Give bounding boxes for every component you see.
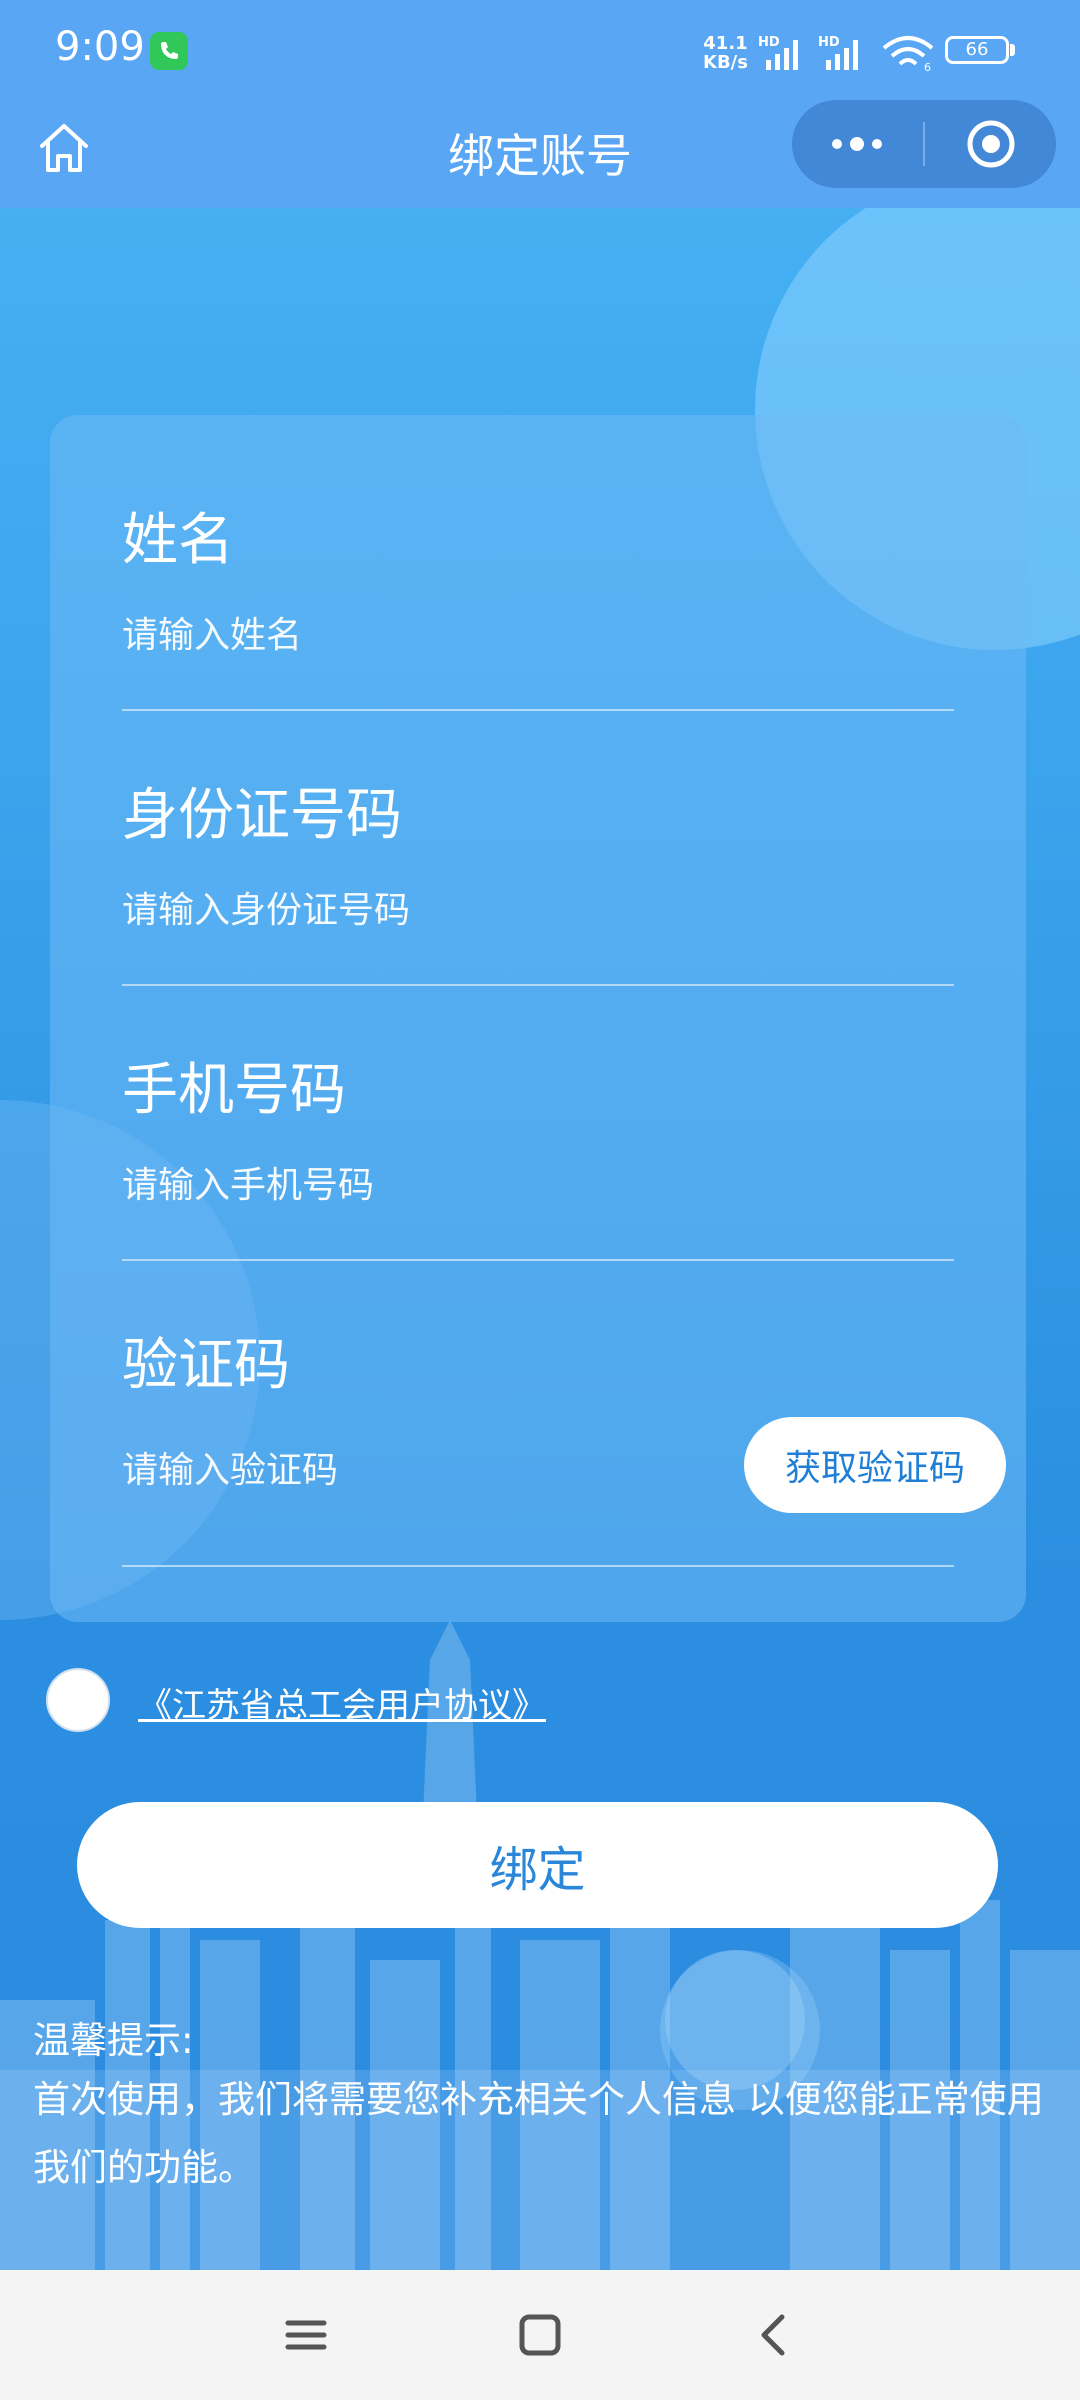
id-number-label: 身份证号码 xyxy=(122,783,402,848)
target-circle-icon xyxy=(967,120,1015,168)
phone-label: 手机号码 xyxy=(122,1058,346,1123)
network-speed-unit: KB/s xyxy=(703,52,748,73)
tip-text: 首次使用，我们将需要您补充相关个人信息 以便您能正常使用我们的功能。 xyxy=(33,2078,1044,2189)
back-icon[interactable] xyxy=(744,2305,804,2365)
signal-icon: HD xyxy=(818,35,858,70)
verification-code-divider xyxy=(122,1565,954,1567)
agreement-checkbox[interactable] xyxy=(46,1668,110,1732)
id-number-divider xyxy=(122,984,954,986)
network-speed: 41.1 KB/s xyxy=(703,34,748,72)
system-navigation-bar xyxy=(0,2270,1080,2400)
sim2-hd-label: HD xyxy=(818,35,840,50)
id-number-input[interactable] xyxy=(122,880,682,940)
mini-program-capsule xyxy=(792,100,1056,188)
verification-code-label: 验证码 xyxy=(122,1333,290,1398)
status-time: 9:09 xyxy=(55,24,145,70)
sim1-hd-label: HD xyxy=(758,35,780,50)
bind-button[interactable]: 绑定 xyxy=(77,1802,998,1928)
battery-tip xyxy=(1010,44,1015,56)
wifi-label: 6 xyxy=(924,61,931,72)
bind-account-form: 姓名 身份证号码 手机号码 验证码 获取验证码 xyxy=(50,415,1026,1622)
get-code-button[interactable]: 获取验证码 xyxy=(744,1417,1006,1513)
wifi-icon: 6 xyxy=(882,36,934,72)
phone-divider xyxy=(122,1259,954,1261)
signal-icon: HD xyxy=(758,35,798,70)
phone-call-icon xyxy=(150,32,188,70)
navigation-bar: 绑定账号 xyxy=(0,100,1080,208)
name-input[interactable] xyxy=(122,605,682,665)
status-bar: 9:09 41.1 KB/s HD HD 6 66 xyxy=(0,0,1080,100)
tip-title: 温馨提示: xyxy=(33,2019,194,2062)
name-label: 姓名 xyxy=(122,508,234,573)
more-options-button[interactable] xyxy=(792,100,922,188)
phone-input[interactable] xyxy=(122,1155,682,1215)
close-mini-program-button[interactable] xyxy=(926,100,1056,188)
user-agreement-link[interactable]: 《江苏省总工会用户协议》 xyxy=(138,1678,546,1727)
battery-icon: 66 xyxy=(945,36,1009,64)
name-divider xyxy=(122,709,954,711)
network-speed-value: 41.1 xyxy=(703,33,748,54)
menu-icon[interactable] xyxy=(276,2305,336,2365)
capsule-divider xyxy=(923,122,925,166)
more-dots-icon xyxy=(832,137,882,151)
verification-code-input[interactable] xyxy=(122,1440,682,1500)
home-square-icon[interactable] xyxy=(510,2305,570,2365)
